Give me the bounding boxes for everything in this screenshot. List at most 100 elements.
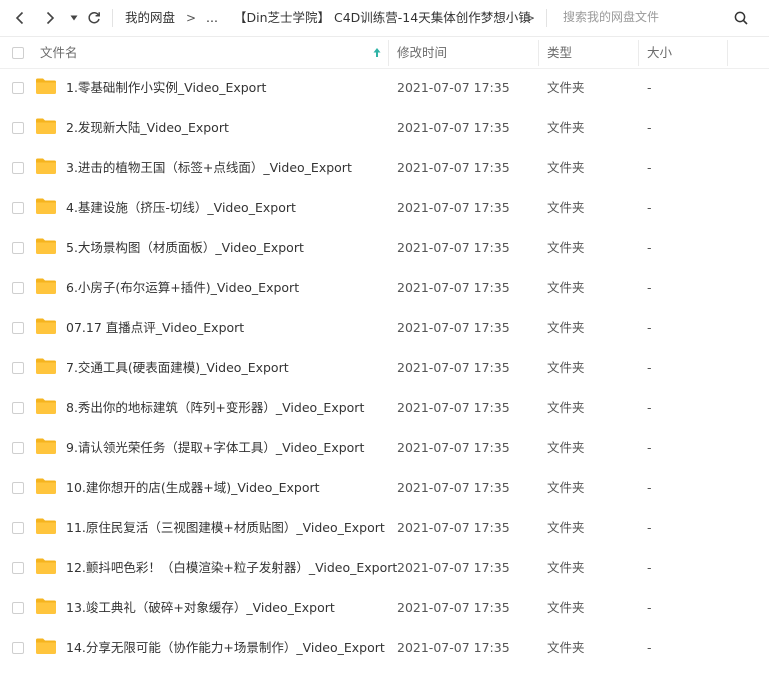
modified-time: 2021-07-07 17:35 [397,440,510,455]
modified-time: 2021-07-07 17:35 [397,400,510,415]
history-dropdown-button[interactable] [64,8,84,28]
row-checkbox[interactable] [12,442,24,454]
file-name[interactable]: 6.小房子(布尔运算+插件)_Video_Export [66,268,299,308]
file-type: 文件夹 [547,560,585,575]
row-checkbox[interactable] [12,602,24,614]
search-input[interactable] [557,6,729,28]
file-name[interactable]: 5.大场景构图（材质面板）_Video_Export [66,228,304,268]
column-type[interactable]: 类型 [547,37,572,68]
file-type: 文件夹 [547,200,585,215]
table-row[interactable]: 4.基建设施（挤压-切线）_Video_Export 2021-07-07 17:… [0,188,769,228]
file-type: 文件夹 [547,240,585,255]
modified-time: 2021-07-07 17:35 [397,360,510,375]
caret-down-icon [70,15,78,21]
row-checkbox[interactable] [12,282,24,294]
row-checkbox[interactable] [12,402,24,414]
modified-time: 2021-07-07 17:35 [397,480,510,495]
file-name[interactable]: 10.建你想开的店(生成器+域)_Video_Export [66,468,320,508]
file-size: - [647,240,652,255]
row-checkbox[interactable] [12,362,24,374]
file-size: - [647,480,652,495]
file-size: - [647,320,652,335]
folder-icon [36,518,56,534]
table-row[interactable]: 9.请认领光荣任务（提取+字体工具）_Video_Export 2021-07-0… [0,428,769,468]
table-row[interactable]: 6.小房子(布尔运算+插件)_Video_Export 2021-07-07 17… [0,268,769,308]
table-row[interactable]: 10.建你想开的店(生成器+域)_Video_Export 2021-07-07 … [0,468,769,508]
file-name[interactable]: 4.基建设施（挤压-切线）_Video_Export [66,188,296,228]
folder-icon [36,118,56,134]
row-checkbox[interactable] [12,202,24,214]
column-divider [727,40,728,66]
back-button[interactable] [10,8,30,28]
table-row[interactable]: 11.原住民复活（三视图建模+材质贴图）_Video_Export 2021-07… [0,508,769,548]
file-size: - [647,520,652,535]
table-row[interactable]: 2.发现新大陆_Video_Export 2021-07-07 17:35 文件夹 - [0,108,769,148]
modified-time: 2021-07-07 17:35 [397,560,510,575]
breadcrumb-ellipsis[interactable]: ... [206,9,218,27]
file-type: 文件夹 [547,480,585,495]
file-name[interactable]: 07.17 直播点评_Video_Export [66,308,244,348]
folder-icon [36,78,56,94]
column-modified[interactable]: 修改时间 [397,37,447,68]
folder-icon [36,558,56,574]
table-row[interactable]: 3.进击的植物王国（标签+点线面）_Video_Export 2021-07-07… [0,148,769,188]
select-all-checkbox[interactable] [12,47,24,59]
modified-time: 2021-07-07 17:35 [397,200,510,215]
column-name[interactable]: 文件名 [40,37,78,68]
file-size: - [647,360,652,375]
file-name[interactable]: 11.原住民复活（三视图建模+材质贴图）_Video_Export [66,508,385,548]
folder-icon [36,278,56,294]
file-name[interactable]: 3.进击的植物王国（标签+点线面）_Video_Export [66,148,352,188]
table-row[interactable]: 5.大场景构图（材质面板）_Video_Export 2021-07-07 17:… [0,228,769,268]
table-row[interactable]: 7.交通工具(硬表面建模)_Video_Export 2021-07-07 17:… [0,348,769,388]
file-type: 文件夹 [547,80,585,95]
row-checkbox[interactable] [12,162,24,174]
toolbar-divider [546,9,547,27]
search-button[interactable] [731,8,751,28]
file-name[interactable]: 2.发现新大陆_Video_Export [66,108,229,148]
table-row[interactable]: 8.秀出你的地标建筑（阵列+变形器）_Video_Export 2021-07-0… [0,388,769,428]
sort-ascending-icon[interactable] [372,47,382,58]
row-checkbox[interactable] [12,242,24,254]
row-checkbox[interactable] [12,82,24,94]
forward-button[interactable] [40,8,60,28]
toolbar: 我的网盘 > ... 【Din芝士学院】 C4D训练营-14天集体创作梦想小镇 … [0,0,769,37]
row-checkbox[interactable] [12,562,24,574]
refresh-button[interactable] [84,8,104,28]
breadcrumb-root[interactable]: 我的网盘 [125,9,175,27]
table-row[interactable]: 1.零基础制作小实例_Video_Export 2021-07-07 17:35 文… [0,68,769,108]
modified-time: 2021-07-07 17:35 [397,120,510,135]
folder-icon [36,478,56,494]
file-name[interactable]: 9.请认领光荣任务（提取+字体工具）_Video_Export [66,428,364,468]
breadcrumb-current[interactable]: 【Din芝士学院】 C4D训练营-14天集体创作梦想小镇 [234,9,531,27]
file-size: - [647,280,652,295]
file-name[interactable]: 12.颤抖吧色彩！（白模渲染+粒子发射器）_Video_Export [66,548,397,588]
file-type: 文件夹 [547,160,585,175]
table-row[interactable]: 12.颤抖吧色彩！（白模渲染+粒子发射器）_Video_Export 2021-0… [0,548,769,588]
file-name[interactable]: 8.秀出你的地标建筑（阵列+变形器）_Video_Export [66,388,364,428]
table-row[interactable]: 13.竣工典礼（破碎+对象缓存）_Video_Export 2021-07-07 … [0,588,769,628]
row-checkbox[interactable] [12,122,24,134]
table-row[interactable]: 07.17 直播点评_Video_Export 2021-07-07 17:35 文… [0,308,769,348]
row-checkbox[interactable] [12,522,24,534]
refresh-icon [88,11,100,24]
file-name[interactable]: 14.分享无限可能（协作能力+场景制作）_Video_Export [66,628,385,668]
chevron-left-icon [15,11,24,25]
file-type: 文件夹 [547,360,585,375]
row-checkbox[interactable] [12,482,24,494]
breadcrumb-separator[interactable]: > [525,9,535,27]
file-name[interactable]: 7.交通工具(硬表面建模)_Video_Export [66,348,289,388]
file-name[interactable]: 13.竣工典礼（破碎+对象缓存）_Video_Export [66,588,335,628]
file-size: - [647,80,652,95]
folder-icon [36,158,56,174]
row-checkbox[interactable] [12,322,24,334]
file-size: - [647,560,652,575]
column-size[interactable]: 大小 [647,37,672,68]
file-size: - [647,600,652,615]
file-name[interactable]: 1.零基础制作小实例_Video_Export [66,68,266,108]
table-row[interactable]: 14.分享无限可能（协作能力+场景制作）_Video_Export 2021-07… [0,628,769,668]
file-type: 文件夹 [547,400,585,415]
row-checkbox[interactable] [12,642,24,654]
folder-icon [36,318,56,334]
modified-time: 2021-07-07 17:35 [397,600,510,615]
